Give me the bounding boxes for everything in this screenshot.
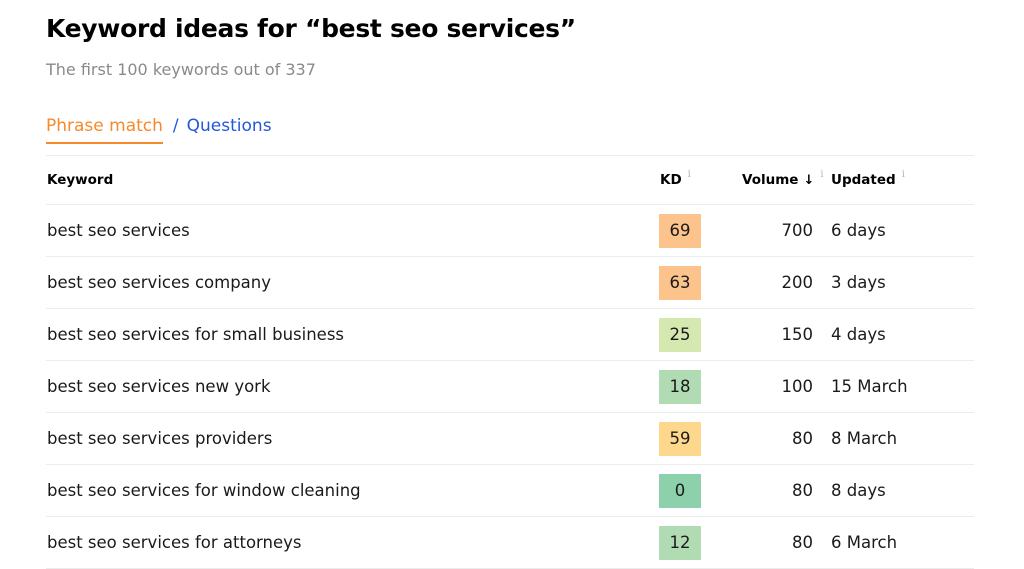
keywords-table: Keyword KD i Volume ↓ i Updated i best s… — [46, 155, 974, 569]
kd-badge: 63 — [659, 265, 701, 300]
column-header-volume-label: Volume — [742, 172, 799, 188]
kd-cell: 59 — [659, 413, 701, 464]
updated-value: 15 March — [831, 377, 908, 396]
page-subtitle: The first 100 keywords out of 337 — [46, 60, 316, 79]
updated-value: 3 days — [831, 273, 886, 292]
kd-cell: 12 — [659, 517, 701, 568]
updated-value: 8 days — [831, 481, 886, 500]
column-header-kd[interactable]: KD i — [660, 156, 702, 204]
volume-cell: 150 — [706, 309, 814, 360]
kd-badge: 18 — [659, 369, 701, 404]
kd-cell: 0 — [659, 465, 701, 516]
updated-value: 6 days — [831, 221, 886, 240]
keyword-text[interactable]: best seo services — [47, 221, 190, 240]
table-header-row: Keyword KD i Volume ↓ i Updated i — [46, 156, 974, 205]
kd-cell: 69 — [659, 205, 701, 256]
updated-value: 4 days — [831, 325, 886, 344]
kd-cell: 18 — [659, 361, 701, 412]
column-header-volume[interactable]: Volume ↓ i — [742, 156, 824, 204]
tab-phrase-match[interactable]: Phrase match — [46, 116, 163, 144]
table-row: best seo services 69 700 6 days — [46, 205, 974, 257]
page-title: Keyword ideas for “best seo services” — [46, 14, 576, 43]
keyword-cell: best seo services for small business — [47, 309, 344, 360]
table-row: best seo services for window cleaning 0 … — [46, 465, 974, 517]
kd-badge: 25 — [659, 317, 701, 352]
tab-separator: / — [172, 116, 179, 136]
table-row: best seo services company 63 200 3 days — [46, 257, 974, 309]
keyword-text[interactable]: best seo services providers — [47, 429, 272, 448]
kd-badge: 59 — [659, 421, 701, 456]
kd-badge: 0 — [659, 473, 701, 508]
volume-cell: 100 — [706, 361, 814, 412]
keyword-text[interactable]: best seo services for attorneys — [47, 533, 302, 552]
column-header-updated-label: Updated — [831, 172, 896, 188]
updated-cell: 8 March — [831, 413, 897, 464]
column-header-keyword[interactable]: Keyword — [47, 156, 113, 204]
info-icon[interactable]: i — [902, 169, 905, 180]
volume-value: 200 — [781, 273, 814, 292]
keyword-text[interactable]: best seo services company — [47, 273, 271, 292]
table-row: best seo services for small business 25 … — [46, 309, 974, 361]
table-row: best seo services new york 18 100 15 Mar… — [46, 361, 974, 413]
volume-cell: 80 — [706, 465, 813, 516]
updated-cell: 3 days — [831, 257, 886, 308]
volume-value: 80 — [792, 533, 813, 552]
keyword-cell: best seo services — [47, 205, 190, 256]
updated-cell: 15 March — [831, 361, 908, 412]
kd-badge: 12 — [659, 525, 701, 560]
volume-cell: 200 — [706, 257, 814, 308]
updated-cell: 8 days — [831, 465, 886, 516]
column-header-updated[interactable]: Updated i — [831, 156, 905, 204]
volume-value: 100 — [781, 377, 814, 396]
kd-badge: 69 — [659, 213, 701, 248]
kd-cell: 63 — [659, 257, 701, 308]
updated-cell: 6 days — [831, 205, 886, 256]
volume-value: 700 — [781, 221, 814, 240]
keyword-cell: best seo services new york — [47, 361, 271, 412]
keyword-text[interactable]: best seo services for small business — [47, 325, 344, 344]
sort-desc-icon[interactable]: ↓ — [803, 173, 814, 188]
column-header-kd-label: KD — [660, 172, 682, 188]
match-tabs: Phrase match / Questions — [46, 116, 272, 146]
volume-cell: 700 — [706, 205, 814, 256]
kd-cell: 25 — [659, 309, 701, 360]
tab-questions[interactable]: Questions — [187, 116, 272, 136]
volume-cell: 80 — [706, 413, 813, 464]
keyword-cell: best seo services for attorneys — [47, 517, 302, 568]
keyword-cell: best seo services company — [47, 257, 271, 308]
updated-value: 6 March — [831, 533, 898, 552]
volume-value: 80 — [792, 429, 813, 448]
volume-value: 150 — [781, 325, 814, 344]
table-row: best seo services for attorneys 12 80 6 … — [46, 517, 974, 569]
volume-cell: 80 — [706, 517, 813, 568]
keyword-cell: best seo services for window cleaning — [47, 465, 361, 516]
keyword-text[interactable]: best seo services new york — [47, 377, 271, 396]
keyword-text[interactable]: best seo services for window cleaning — [47, 481, 361, 500]
column-header-keyword-label: Keyword — [47, 172, 114, 188]
keyword-cell: best seo services providers — [47, 413, 272, 464]
info-icon[interactable]: i — [688, 169, 691, 180]
volume-value: 80 — [792, 481, 813, 500]
info-icon[interactable]: i — [820, 169, 823, 180]
updated-cell: 6 March — [831, 517, 897, 568]
updated-cell: 4 days — [831, 309, 886, 360]
table-row: best seo services providers 59 80 8 Marc… — [46, 413, 974, 465]
updated-value: 8 March — [831, 429, 898, 448]
